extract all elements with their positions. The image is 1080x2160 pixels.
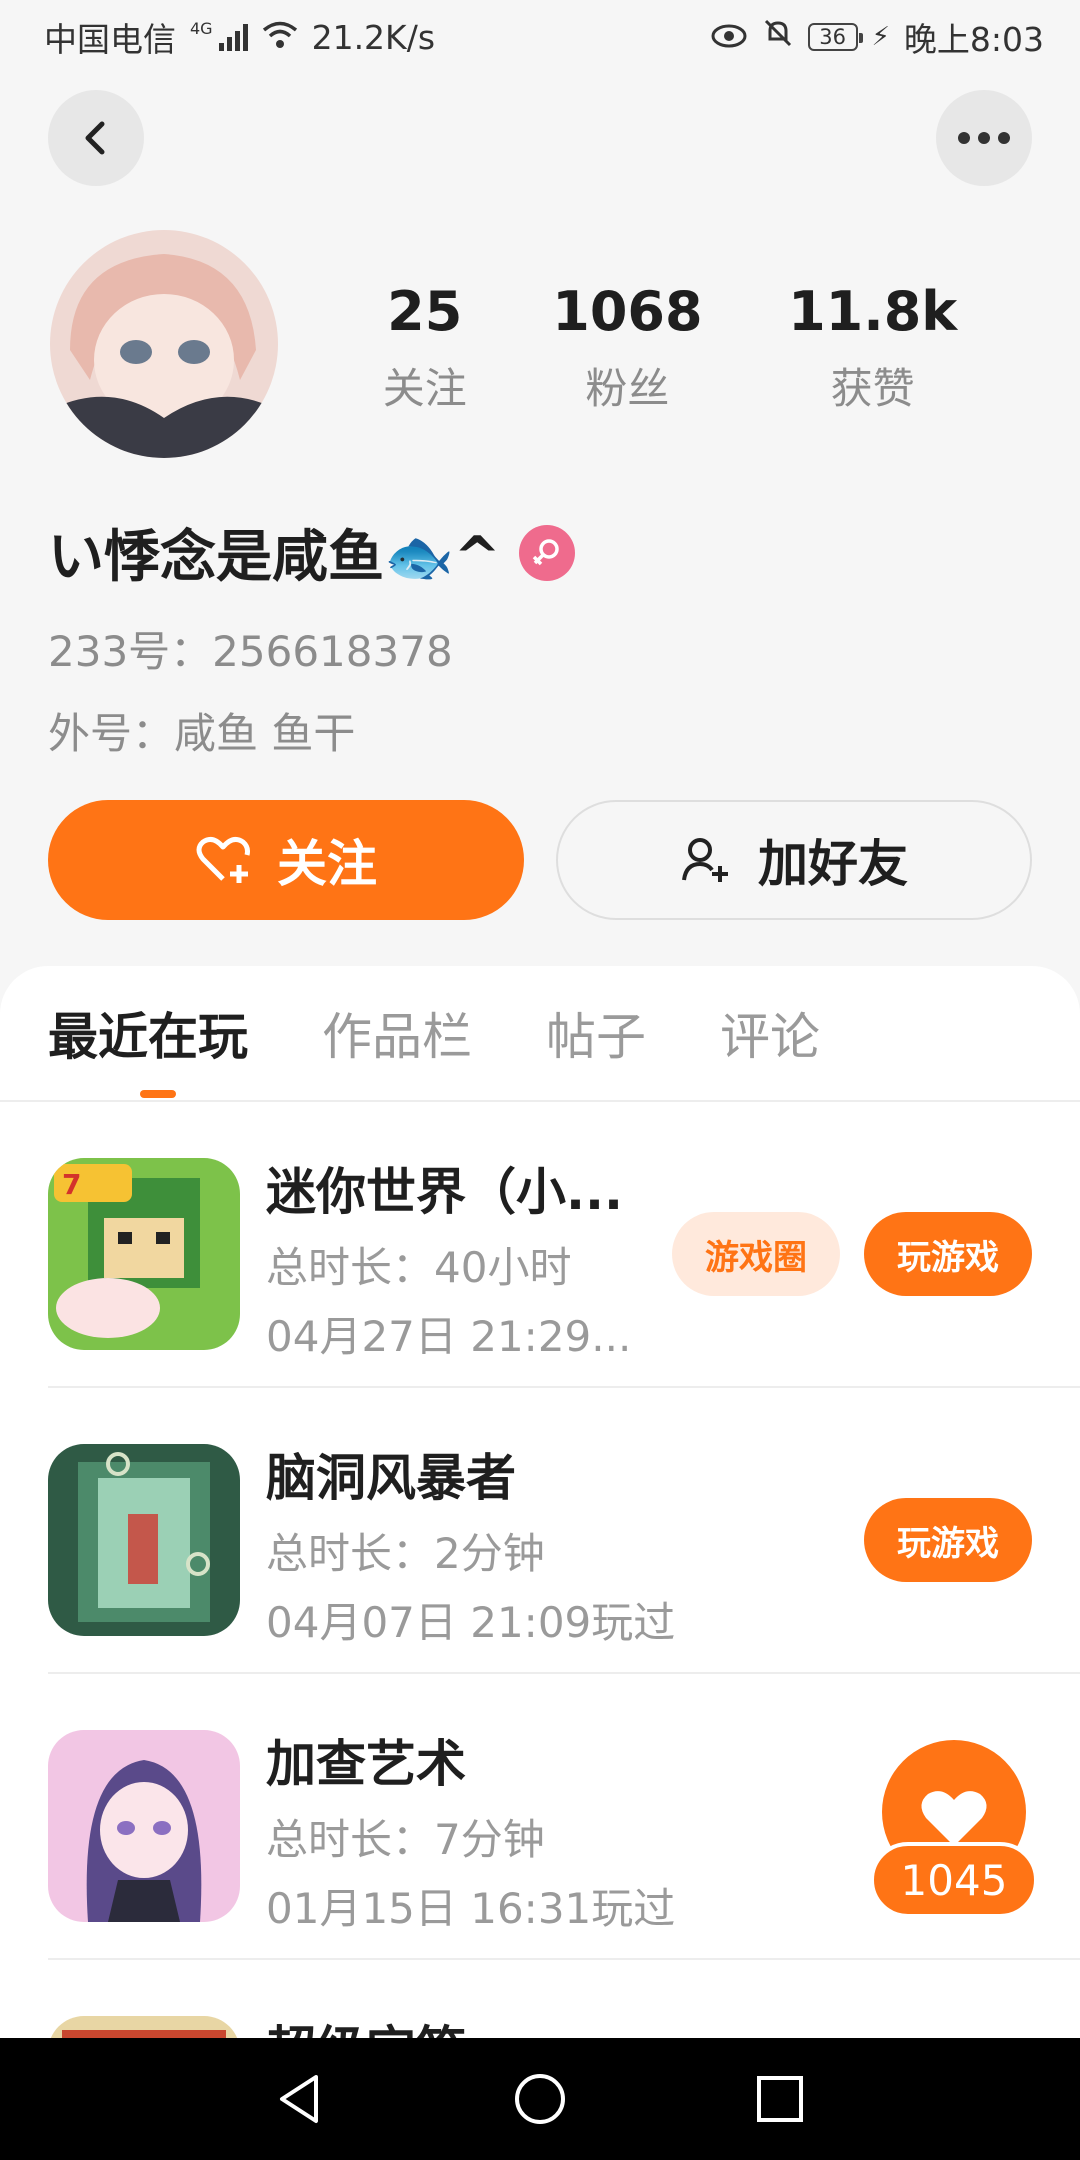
game-last-played: 04月27日 21:29... — [266, 1312, 632, 1361]
stat-fans[interactable]: 1068 粉丝 — [552, 280, 702, 416]
tab-indicator — [140, 1090, 176, 1098]
battery-level: 36 — [819, 25, 846, 49]
tab-recently-played[interactable]: 最近在玩 — [48, 997, 248, 1069]
like-button[interactable]: 1045 — [864, 1738, 1044, 1918]
game-row[interactable]: 7 迷你世界（小... 总时长：40小时 04月27日 21:29... 游戏圈… — [48, 1102, 1080, 1388]
tab-works[interactable]: 作品栏 — [322, 997, 472, 1069]
game-row[interactable]: 超级宝箱 — [48, 1960, 1080, 2038]
game-info: 超级宝箱 — [266, 2010, 466, 2038]
following-count: 25 — [387, 280, 463, 343]
mute-icon — [762, 17, 794, 57]
game-info: 脑洞风暴者 总时长：2分钟 04月07日 21:09玩过 — [266, 1438, 675, 1650]
battery-icon: 36 — [807, 23, 863, 51]
game-name: 加查艺术 — [266, 1735, 466, 1793]
back-button[interactable] — [48, 90, 144, 186]
status-left: 中国电信 4G 21.2K/s — [44, 13, 435, 61]
eye-comfort-icon — [710, 18, 748, 57]
game-last-played: 04月07日 21:09玩过 — [266, 1598, 676, 1647]
add-friend-label: 加好友 — [758, 835, 908, 893]
game-info: 加查艺术 总时长：7分钟 01月15日 16:31玩过 — [266, 1724, 675, 1936]
nav-back-icon[interactable] — [272, 2071, 328, 2127]
username-row: い悸念是咸鱼🐟^ — [48, 512, 575, 593]
game-duration: 总时长：40小时 — [266, 1243, 572, 1292]
nav-recents-icon[interactable] — [752, 2071, 808, 2127]
play-game-button[interactable]: 玩游戏 — [864, 1498, 1032, 1582]
tab-bar: 最近在玩 作品栏 帖子 评论 — [0, 966, 1080, 1102]
tab-comments[interactable]: 评论 — [720, 997, 820, 1069]
tab-posts[interactable]: 帖子 — [546, 997, 646, 1069]
signal-icon — [218, 23, 248, 51]
stat-likes[interactable]: 11.8k 获赞 — [788, 280, 957, 416]
game-info: 迷你世界（小... 总时长：40小时 04月27日 21:29... — [266, 1152, 631, 1364]
profile-stats: 25 关注 1068 粉丝 11.8k 获赞 — [340, 280, 1000, 416]
likes-count: 11.8k — [788, 280, 958, 343]
more-options-button[interactable] — [936, 90, 1032, 186]
female-gender-icon — [518, 524, 575, 581]
game-icon[interactable] — [48, 2016, 240, 2038]
add-user-icon — [682, 838, 728, 882]
game-duration: 总时长：7分钟 — [266, 1815, 545, 1864]
more-dots-icon — [958, 132, 1010, 144]
game-circle-button[interactable]: 游戏圈 — [672, 1212, 840, 1296]
network-type: 4G — [190, 19, 213, 38]
game-name: 超级宝箱 — [266, 2010, 466, 2038]
game-duration: 总时长：2分钟 — [266, 1529, 545, 1578]
add-friend-button[interactable]: 加好友 — [556, 800, 1032, 920]
wifi-icon — [262, 18, 298, 57]
nav-home-icon[interactable] — [512, 2071, 568, 2127]
user-id: 233号：256618378 — [48, 627, 453, 676]
fans-count: 1068 — [552, 280, 703, 343]
game-icon[interactable]: 7 — [48, 1158, 240, 1350]
user-alias: 外号：咸鱼 鱼干 — [48, 709, 356, 758]
game-last-played: 01月15日 16:31玩过 — [266, 1884, 676, 1933]
follow-label: 关注 — [277, 835, 377, 893]
username: い悸念是咸鱼🐟^ — [48, 525, 501, 590]
carrier-label: 中国电信 — [44, 20, 176, 59]
system-nav-bar — [0, 2038, 1080, 2160]
game-name: 脑洞风暴者 — [266, 1449, 516, 1507]
network-speed: 21.2K/s — [311, 17, 436, 57]
heart-plus-icon — [196, 836, 250, 883]
game-icon[interactable] — [48, 1444, 240, 1636]
chevron-left-icon — [85, 121, 105, 155]
status-bar: 中国电信 4G 21.2K/s 36 ⚡ 晚上8:03 — [0, 0, 1080, 74]
following-label: 关注 — [382, 364, 467, 413]
follow-button[interactable]: 关注 — [48, 800, 524, 920]
game-row[interactable]: 脑洞风暴者 总时长：2分钟 04月07日 21:09玩过 玩游戏 — [48, 1388, 1080, 1674]
game-name: 迷你世界（小... — [266, 1163, 623, 1221]
avatar[interactable] — [50, 230, 278, 458]
play-game-button[interactable]: 玩游戏 — [864, 1212, 1032, 1296]
clock: 晚上8:03 — [903, 20, 1044, 59]
stat-following[interactable]: 25 关注 — [383, 280, 467, 416]
status-right: 36 ⚡ 晚上8:03 — [710, 13, 1044, 61]
game-icon[interactable] — [48, 1730, 240, 1922]
like-count: 1045 — [870, 1842, 1038, 1918]
charging-icon: ⚡ — [871, 22, 890, 52]
svg-text:7: 7 — [62, 1168, 81, 1201]
likes-label: 获赞 — [830, 364, 915, 413]
fans-label: 粉丝 — [585, 364, 670, 413]
